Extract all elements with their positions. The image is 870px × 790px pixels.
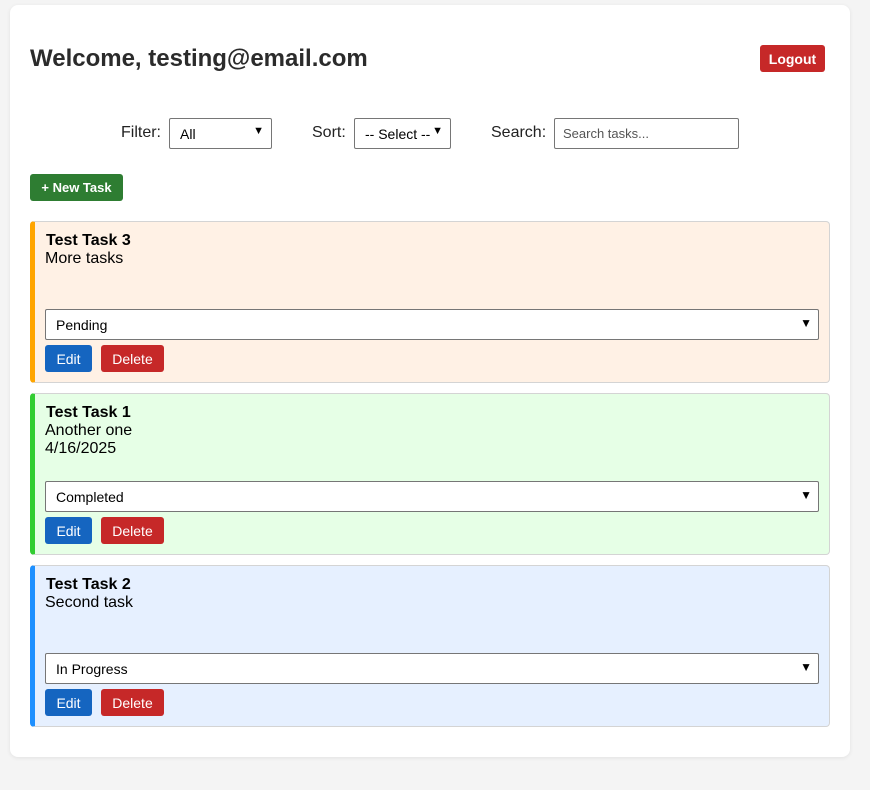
search-label: Search: <box>491 124 547 141</box>
task-status-value: Completed <box>56 489 124 505</box>
sort-select-value: -- Select -- <box>365 126 431 142</box>
task-status-select[interactable]: Completed ▼ <box>45 481 819 512</box>
task-status-value: Pending <box>56 317 108 333</box>
task-controls: Filter: All ▼ Sort: -- Select -- ▼ Searc… <box>10 118 850 150</box>
chevron-down-icon: ▼ <box>800 316 812 330</box>
task-title: Test Task 1 <box>46 404 131 421</box>
task-status-select[interactable]: Pending ▼ <box>45 309 819 340</box>
task-title: Test Task 2 <box>46 576 131 593</box>
delete-button[interactable]: Delete <box>101 689 164 716</box>
filter-select[interactable]: All ▼ <box>169 118 272 149</box>
filter-select-value: All <box>180 126 196 142</box>
task-description: Second task <box>45 594 134 611</box>
logout-button[interactable]: Logout <box>760 45 825 72</box>
task-description: More tasks <box>45 250 124 267</box>
task-card: Test Task 1 Another one 4/16/2025 Comple… <box>30 393 830 555</box>
delete-button[interactable]: Delete <box>101 517 164 544</box>
delete-button[interactable]: Delete <box>101 345 164 372</box>
task-title: Test Task 3 <box>46 232 131 249</box>
filter-label: Filter: <box>121 124 161 141</box>
task-status-value: In Progress <box>56 661 128 677</box>
sort-select[interactable]: -- Select -- ▼ <box>354 118 451 149</box>
task-due-date: 4/16/2025 <box>45 440 117 457</box>
dashboard-card: Welcome, testing@email.com Logout Filter… <box>10 5 850 757</box>
chevron-down-icon: ▼ <box>432 125 443 137</box>
edit-button[interactable]: Edit <box>45 517 92 544</box>
sort-label: Sort: <box>312 124 346 141</box>
page-title: Welcome, testing@email.com <box>30 45 368 72</box>
task-card: Test Task 3 More tasks Pending ▼ Edit De… <box>30 221 830 383</box>
task-card: Test Task 2 Second task In Progress ▼ Ed… <box>30 565 830 727</box>
task-status-select[interactable]: In Progress ▼ <box>45 653 819 684</box>
chevron-down-icon: ▼ <box>800 488 812 502</box>
edit-button[interactable]: Edit <box>45 689 92 716</box>
chevron-down-icon: ▼ <box>800 660 812 674</box>
search-input[interactable] <box>554 118 739 149</box>
edit-button[interactable]: Edit <box>45 345 92 372</box>
chevron-down-icon: ▼ <box>253 125 264 137</box>
task-description: Another one <box>45 422 133 439</box>
new-task-button[interactable]: + New Task <box>30 174 123 201</box>
